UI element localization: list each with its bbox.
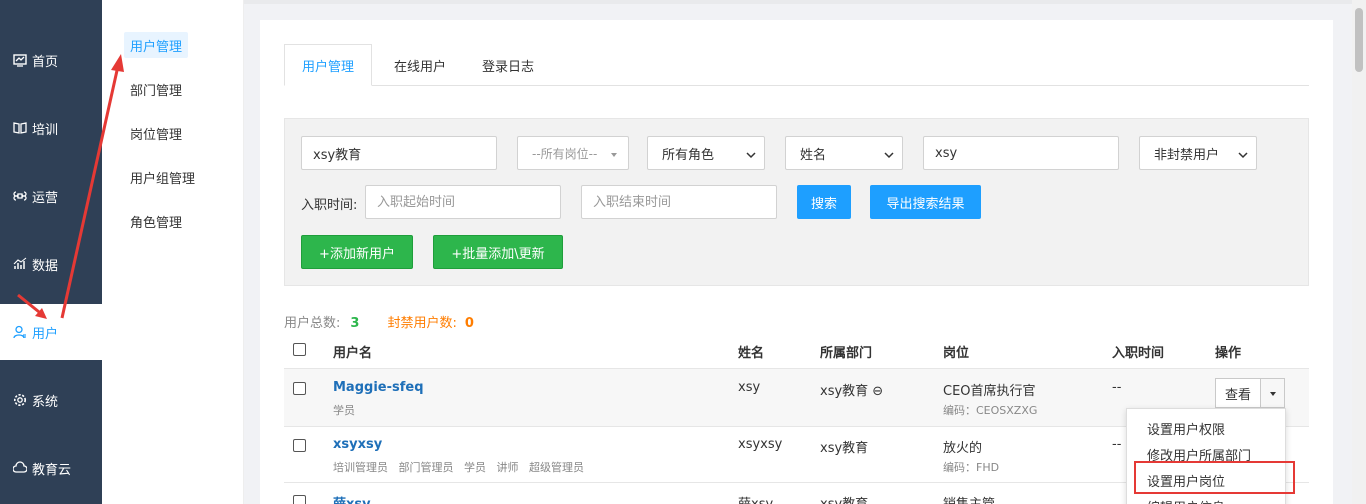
role-select[interactable]: 所有角色 <box>647 136 765 170</box>
nav-label-data: 数据 <box>32 258 59 274</box>
row-checkbox[interactable] <box>293 382 306 395</box>
view-button[interactable]: 查看 <box>1215 378 1261 408</box>
col-name: 姓名 <box>738 346 765 361</box>
position-select-value: --所有岗位-- <box>532 146 598 161</box>
scrollbar-thumb[interactable] <box>1355 8 1363 72</box>
col-username: 用户名 <box>333 346 373 361</box>
nav-item-home[interactable]: 首页 <box>0 32 102 88</box>
keyword-input[interactable]: xsy <box>923 136 1119 170</box>
user-name: xsyxsy <box>738 437 783 452</box>
user-roles: 培训管理员 部门管理员 学员 讲师 超级管理员 <box>333 461 584 474</box>
status-select-value: 非封禁用户 <box>1154 147 1220 163</box>
username-link[interactable]: 薛xsy <box>333 493 371 504</box>
tab-user-management[interactable]: 用户管理 <box>284 44 372 86</box>
nav-label-cloud: 教育云 <box>32 462 72 478</box>
nav-label-user: 用户 <box>32 326 59 342</box>
top-border <box>244 0 1352 4</box>
nav-item-cloud[interactable]: 教育云 <box>0 440 102 496</box>
user-stats: 用户总数: 3 封禁用户数: 0 <box>284 312 474 331</box>
caret-down-icon <box>1269 386 1277 401</box>
status-select[interactable]: 非封禁用户 <box>1139 136 1257 170</box>
org-input[interactable]: xsy教育 <box>301 136 497 170</box>
nav-label-home: 首页 <box>32 54 59 70</box>
username-link[interactable]: xsyxsy <box>333 437 382 452</box>
sub-nav: 用户管理 部门管理 岗位管理 用户组管理 角色管理 <box>102 0 244 504</box>
export-button[interactable]: 导出搜索结果 <box>870 185 981 219</box>
subnav-item-role-management[interactable]: 角色管理 <box>124 208 188 234</box>
join-end-input[interactable] <box>581 185 777 219</box>
user-position: 放火的 <box>943 441 983 456</box>
nav-label-system: 系统 <box>32 394 59 410</box>
field-select[interactable]: 姓名 <box>785 136 903 170</box>
cloud-icon <box>12 460 28 476</box>
dashboard-icon <box>12 52 28 68</box>
total-label: 用户总数: <box>284 316 341 331</box>
col-position: 岗位 <box>943 346 970 361</box>
nav-item-user[interactable]: 用户 <box>0 304 102 360</box>
chevron-down-icon <box>610 148 620 158</box>
user-icon <box>12 324 28 340</box>
book-icon <box>12 120 28 136</box>
subnav-item-user-management[interactable]: 用户管理 <box>124 32 189 58</box>
menu-edit-user[interactable]: 编辑用户信息 <box>1127 493 1287 504</box>
join-time: -- <box>1112 380 1122 395</box>
user-position: CEO首席执行官 <box>943 384 1036 399</box>
col-actions: 操作 <box>1215 346 1242 361</box>
nav-item-data[interactable]: 数据 <box>0 236 102 292</box>
join-time: -- <box>1112 437 1122 452</box>
search-button[interactable]: 搜索 <box>797 185 851 219</box>
tab-online-users[interactable]: 在线用户 <box>376 44 464 86</box>
nav-item-training[interactable]: 培训 <box>0 100 102 156</box>
page-scrollbar[interactable] <box>1352 0 1366 504</box>
main-nav: 首页 培训 运营 数据 用户 系统 教育云 <box>0 0 102 504</box>
row-checkbox[interactable] <box>293 439 306 452</box>
highlight-box <box>1134 461 1295 494</box>
col-join-time: 入职时间 <box>1112 346 1165 361</box>
field-select-value: 姓名 <box>800 147 827 163</box>
row-checkbox[interactable] <box>293 495 306 504</box>
position-code: 编码：FHD <box>943 461 1000 474</box>
add-user-button[interactable]: +添加新用户 <box>301 235 413 269</box>
tab-login-log[interactable]: 登录日志 <box>464 44 552 86</box>
join-time-label: 入职时间: <box>301 198 358 213</box>
select-all-checkbox[interactable] <box>293 343 306 356</box>
total-value: 3 <box>350 316 360 331</box>
chevron-down-icon <box>1238 148 1248 159</box>
banned-value: 0 <box>464 316 474 331</box>
subnav-item-position-management[interactable]: 岗位管理 <box>124 120 188 146</box>
menu-set-permission[interactable]: 设置用户权限 <box>1127 415 1287 441</box>
filter-panel: xsy教育 --所有岗位-- 所有角色 姓名 xsy 非封禁用户 入职时间: 搜… <box>284 118 1309 286</box>
col-department: 所属部门 <box>820 346 873 361</box>
position-select[interactable]: --所有岗位-- <box>517 136 629 170</box>
actions-dropdown-toggle[interactable] <box>1261 378 1285 408</box>
position-code: 编码：CEOSXZXG <box>943 404 1038 417</box>
nav-item-system[interactable]: 系统 <box>0 372 102 428</box>
nav-item-operation[interactable]: 运营 <box>0 168 102 224</box>
user-roles: 学员 <box>333 404 355 417</box>
user-department: xsy教育 <box>820 493 868 504</box>
user-name: xsy <box>738 380 761 395</box>
banned-label: 封禁用户数: <box>387 316 457 331</box>
nav-label-operation: 运营 <box>32 190 59 206</box>
chevron-down-icon <box>884 148 894 159</box>
user-department: xsy教育 <box>820 441 869 456</box>
tab-bar: 用户管理 在线用户 登录日志 <box>284 44 1309 86</box>
join-start-input[interactable] <box>365 185 561 219</box>
chevron-down-icon <box>746 148 756 159</box>
gear-icon <box>12 392 28 408</box>
user-department: xsy教育 ⊖ <box>820 384 884 399</box>
user-position: 销售主管 <box>943 493 995 504</box>
user-name: 薛xsy <box>738 493 773 504</box>
nav-label-training: 培训 <box>32 122 59 138</box>
chart-icon <box>12 256 28 272</box>
username-link[interactable]: Maggie-sfeq <box>333 380 424 395</box>
subnav-item-department-management[interactable]: 部门管理 <box>124 76 188 102</box>
batch-add-button[interactable]: +批量添加\更新 <box>433 235 563 269</box>
role-select-value: 所有角色 <box>662 147 715 163</box>
row-actions: 查看 <box>1215 378 1285 408</box>
command-icon <box>12 188 28 204</box>
subnav-item-usergroup-management[interactable]: 用户组管理 <box>124 164 201 190</box>
